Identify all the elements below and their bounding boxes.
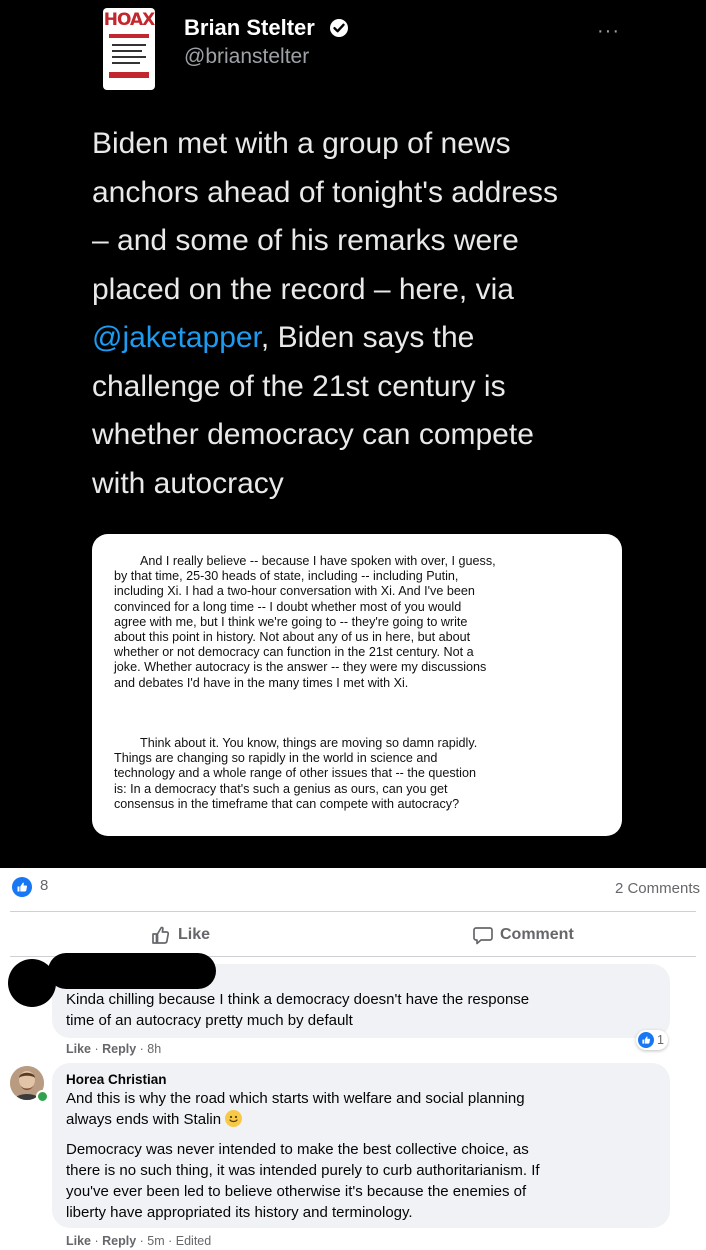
comment-actions: Like · Reply · 8h xyxy=(66,1042,162,1056)
transcript-line: joke. Whether autocracy is the answer --… xyxy=(114,660,487,675)
mention-link[interactable]: @jaketapper xyxy=(92,321,261,354)
like-reaction-icon[interactable] xyxy=(12,877,32,897)
redacted-author-name xyxy=(48,953,216,989)
comment-text-line: Kinda chilling because I think a democra… xyxy=(66,991,530,1008)
transcript-line: consensus in the timeframe that can comp… xyxy=(114,796,460,811)
comment-text-line: liberty have appropriated its history an… xyxy=(66,1204,413,1221)
transcript-line: is: In a democracy that's such a genius … xyxy=(114,781,448,796)
tweet-line: challenge of the 21st century is xyxy=(92,369,506,403)
comment-reply-link[interactable]: Reply xyxy=(102,1234,136,1248)
comment-bubble-icon xyxy=(473,927,493,945)
tweet-line: placed on the record – here, via xyxy=(92,272,514,306)
comment-button[interactable]: Comment xyxy=(472,921,574,949)
tweet-text: Biden met with a group of news anchors a… xyxy=(92,120,672,508)
comment-reply-link[interactable]: Reply xyxy=(102,1042,136,1056)
thumbs-up-icon xyxy=(152,926,170,944)
comment-text-line-with-emoji: always ends with Stalin xyxy=(66,1109,243,1131)
author-name[interactable]: Brian Stelter xyxy=(184,15,315,41)
divider xyxy=(10,911,696,912)
tweet-screenshot: HOAX Brian Stelter @brianstelter ··· Bid… xyxy=(0,0,706,868)
comment-actions: Like · Reply · 5m · Edited xyxy=(66,1234,212,1248)
comment-timestamp[interactable]: 8h xyxy=(147,1042,161,1056)
transcript-line: agree with me, but I think we're going t… xyxy=(114,614,468,629)
transcript-line: by that time, 25-30 heads of state, incl… xyxy=(114,569,459,584)
comment-text-line: you've ever been led to believe otherwis… xyxy=(66,1183,527,1200)
comment-text-line: Democracy was never intended to make the… xyxy=(66,1141,529,1158)
tweet-line: Biden met with a group of news xyxy=(92,127,511,160)
transcript-line: Things are changing so rapidly in the wo… xyxy=(114,751,438,766)
comment-text-line: time of an autocracy pretty much by defa… xyxy=(66,1012,353,1029)
tweet-line-mention: @jaketapper, Biden says the xyxy=(92,314,672,363)
comment-text-span: always ends with Stalin xyxy=(66,1111,222,1128)
transcript-line: technology and a whole range of other is… xyxy=(114,766,476,781)
comment-text-line: And this is why the road which starts wi… xyxy=(66,1090,525,1107)
smiley-emoji-icon xyxy=(225,1110,243,1127)
transcript-line: including Xi. I had a two-hour conversat… xyxy=(114,584,475,599)
transcript-line: whether or not democracy can function in… xyxy=(114,645,474,660)
tweet-line: – and some of his remarks were xyxy=(92,224,519,257)
comment-text-line: there is no such thing, it was intended … xyxy=(66,1162,540,1179)
tweet-line: whether democracy can compete xyxy=(92,418,534,451)
quoted-transcript-image[interactable]: And I really believe -- because I have s… xyxy=(92,534,622,836)
verified-badge-icon xyxy=(330,19,348,37)
comment-like-link[interactable]: Like xyxy=(66,1042,91,1056)
reaction-count[interactable]: 8 xyxy=(40,877,48,894)
tweet-line: with autocracy xyxy=(92,466,284,500)
comment-label: Comment xyxy=(500,926,574,943)
comment-author-name[interactable]: Horea Christian xyxy=(66,1072,167,1087)
like-button[interactable]: Like xyxy=(150,921,210,949)
transcript-paragraph-1: And I really believe -- because I have s… xyxy=(114,554,604,691)
online-status-dot xyxy=(36,1090,49,1103)
transcript-line: convinced for a long time -- I doubt whe… xyxy=(114,599,462,614)
tweet-line: anchors ahead of tonight's address xyxy=(92,175,559,209)
like-reaction-icon xyxy=(638,1032,654,1048)
comment-reaction-count: 1 xyxy=(657,1033,664,1047)
transcript-line: about this point in history. Not about a… xyxy=(114,630,471,645)
transcript-paragraph-2: Think about it. You know, things are mov… xyxy=(114,736,604,812)
comment-timestamp[interactable]: 5m xyxy=(147,1234,164,1248)
more-options-icon[interactable]: ··· xyxy=(597,20,620,43)
author-avatar[interactable]: HOAX xyxy=(103,8,155,90)
transcript-line: and debates I'd have in the many times I… xyxy=(114,675,409,690)
comment-reaction-badge[interactable]: 1 xyxy=(636,1030,668,1050)
comments-count-link[interactable]: 2 Comments xyxy=(615,880,700,897)
author-handle[interactable]: @brianstelter xyxy=(184,45,309,69)
tweet-line-rest: , Biden says the xyxy=(260,321,475,354)
like-label: Like xyxy=(178,926,211,943)
comment-edited-label[interactable]: Edited xyxy=(176,1234,211,1248)
transcript-line: And I really believe -- because I have s… xyxy=(140,554,496,568)
transcript-line: Think about it. You know, things are mov… xyxy=(140,736,478,750)
comment-like-link[interactable]: Like xyxy=(66,1234,91,1248)
avatar-hoax-label: HOAX xyxy=(103,10,155,30)
